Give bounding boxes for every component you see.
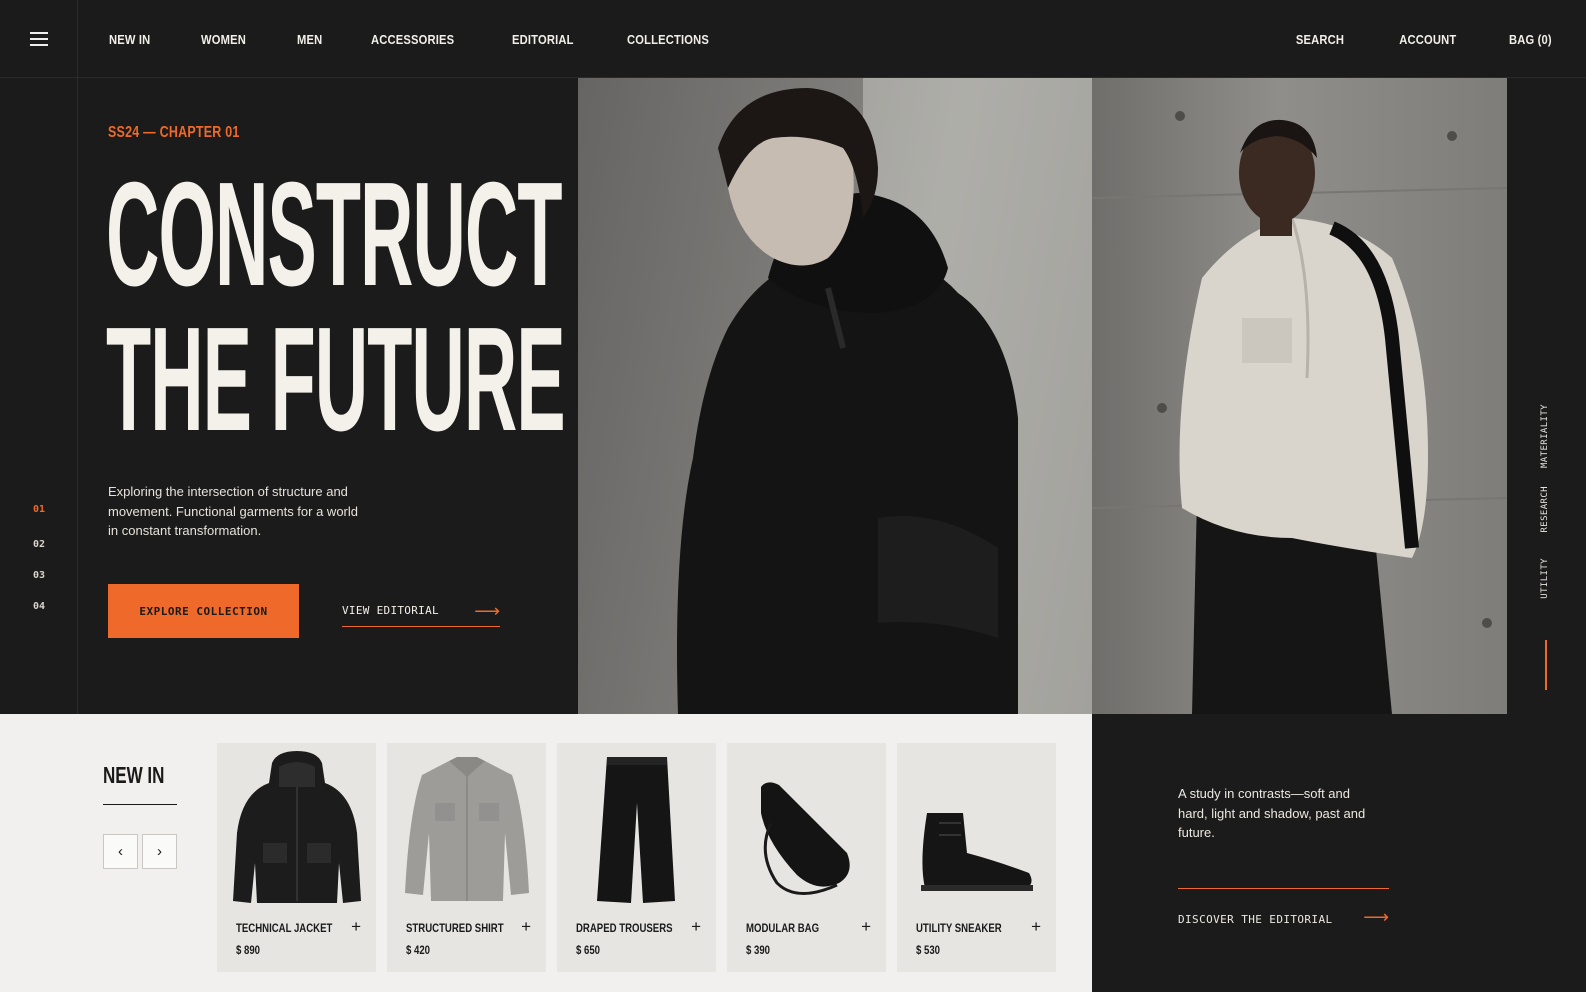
add-to-bag-plus-icon[interactable]: + [1031, 917, 1041, 937]
slide-rail: 01 02 03 04 [0, 78, 78, 714]
new-in-section: NEW IN ‹ › TECHNICAL JACKET $ 890 + STRU… [0, 714, 1092, 992]
product-name: UTILITY SNEAKER [916, 921, 1002, 935]
nav-women[interactable]: WOMEN [201, 32, 246, 47]
slide-number-04[interactable]: 04 [33, 601, 45, 632]
product-price: $ 420 [406, 943, 431, 957]
product-card[interactable]: UTILITY SNEAKER $ 530 + [897, 743, 1056, 972]
hero-photo-model-white-jacket [1092, 78, 1507, 714]
jacket-icon [233, 751, 361, 903]
hero-description: Exploring the intersection of structure … [108, 484, 358, 538]
add-to-bag-plus-icon[interactable]: + [861, 917, 871, 937]
model-white-anorak-illustration [1092, 111, 1507, 714]
slide-pagination: 01 02 03 04 [33, 504, 45, 632]
product-name: STRUCTURED SHIRT [406, 921, 504, 935]
account-link[interactable]: ACCOUNT [1399, 32, 1456, 47]
slide-number-01[interactable]: 01 [33, 504, 45, 539]
add-to-bag-plus-icon[interactable]: + [691, 917, 701, 937]
product-price: $ 390 [746, 943, 771, 957]
section-label-research[interactable]: RESEARCH [1540, 486, 1550, 533]
add-to-bag-plus-icon[interactable]: + [521, 917, 531, 937]
hero-copy: SS24 — CHAPTER 01 CONSTRUCT THE FUTURE E… [78, 78, 578, 714]
right-section-rail: MATERIALITY RESEARCH UTILITY [1507, 78, 1586, 714]
slide-number-02[interactable]: 02 [33, 539, 45, 570]
model-black-parka-illustration [578, 78, 1092, 714]
explore-collection-button[interactable]: EXPLORE COLLECTION [108, 584, 299, 638]
sneaker-icon [921, 813, 1033, 891]
primary-nav: NEW IN WOMEN MEN ACCESSORIES EDITORIAL C… [109, 0, 767, 78]
slide-number-03[interactable]: 03 [33, 570, 45, 601]
headline-line-1: CONSTRUCT [106, 152, 563, 317]
nav-collections[interactable]: COLLECTIONS [627, 32, 709, 47]
arrow-right-icon: ⟶ [474, 600, 500, 621]
discover-editorial-link[interactable]: DISCOVER THE EDITORIAL ⟶ [1178, 888, 1389, 926]
product-name: TECHNICAL JACKET [236, 921, 333, 935]
carousel-next-button[interactable]: › [142, 834, 177, 869]
carousel-prev-button[interactable]: ‹ [103, 834, 138, 869]
bag-icon [761, 782, 850, 895]
headline-line-2: THE FUTURE [106, 297, 566, 463]
discover-editorial-label: DISCOVER THE EDITORIAL [1178, 913, 1333, 926]
hero-eyebrow: SS24 — CHAPTER 01 [108, 124, 240, 141]
product-name: DRAPED TROUSERS [576, 921, 673, 935]
product-card[interactable]: DRAPED TROUSERS $ 650 + [557, 743, 716, 972]
product-price: $ 890 [236, 943, 261, 957]
shirt-icon [405, 757, 529, 901]
product-price: $ 650 [576, 943, 601, 957]
editorial-quote: A study in contrasts—soft and hard, ligh… [1178, 786, 1366, 840]
product-name: MODULAR BAG [746, 921, 820, 935]
utility-nav: SEARCH ACCOUNT BAG (0) [1242, 0, 1552, 78]
nav-accessories[interactable]: ACCESSORIES [371, 32, 454, 47]
new-in-title: NEW IN [103, 762, 165, 788]
arrow-right-icon: ⟶ [1363, 907, 1389, 927]
view-editorial-label: VIEW EDITORIAL [342, 604, 439, 617]
nav-men[interactable]: MEN [297, 32, 322, 47]
search-link[interactable]: SEARCH [1296, 32, 1344, 47]
section-label-materiality[interactable]: MATERIALITY [1540, 404, 1550, 468]
product-price: $ 530 [916, 943, 941, 957]
hero-photo-model-black-jacket [578, 78, 1092, 714]
hero-headline: CONSTRUCT THE FUTURE [106, 152, 566, 463]
nav-editorial[interactable]: EDITORIAL [512, 32, 574, 47]
product-card[interactable]: STRUCTURED SHIRT $ 420 + [387, 743, 546, 972]
active-section-indicator [1545, 640, 1547, 690]
top-navigation: NEW IN WOMEN MEN ACCESSORIES EDITORIAL C… [0, 0, 1586, 78]
add-to-bag-plus-icon[interactable]: + [351, 917, 361, 937]
nav-new-in[interactable]: NEW IN [109, 32, 150, 47]
bag-link[interactable]: BAG (0) [1509, 32, 1552, 47]
view-editorial-link[interactable]: VIEW EDITORIAL ⟶ [342, 595, 500, 627]
hamburger-menu-icon[interactable] [0, 0, 78, 78]
product-card[interactable]: MODULAR BAG $ 390 + [727, 743, 886, 972]
product-card[interactable]: TECHNICAL JACKET $ 890 + [217, 743, 376, 972]
trousers-icon [597, 757, 675, 903]
section-label-utility[interactable]: UTILITY [1540, 558, 1550, 599]
editorial-teaser: A study in contrasts—soft and hard, ligh… [1092, 714, 1586, 992]
title-underline [103, 804, 177, 805]
